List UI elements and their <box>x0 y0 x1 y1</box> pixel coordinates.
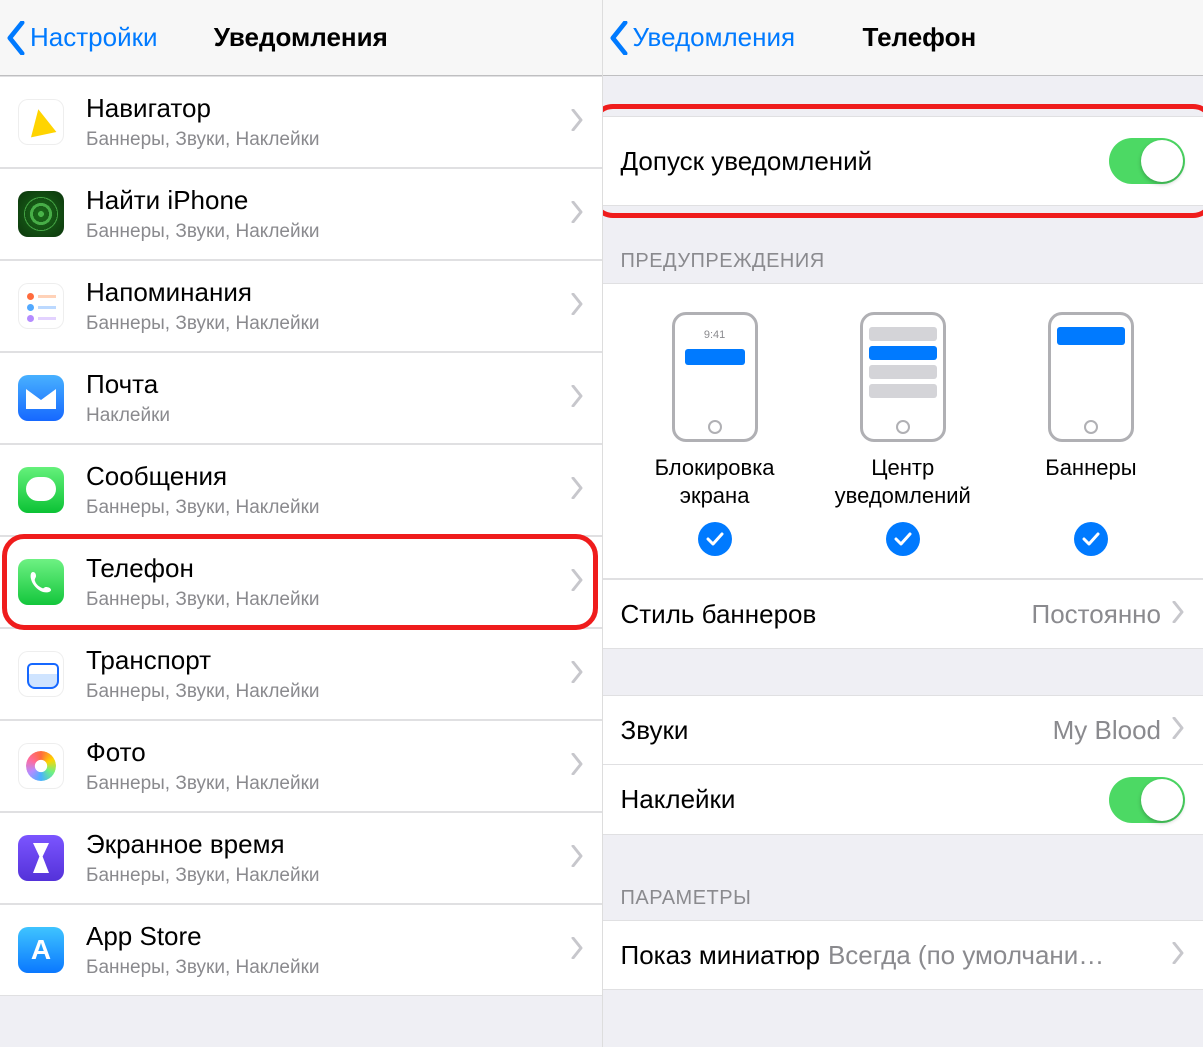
app-detail: Баннеры, Звуки, Наклейки <box>86 129 562 151</box>
back-button[interactable]: Настройки <box>0 21 158 55</box>
chevron-left-icon <box>609 21 629 55</box>
preview-notification-center[interactable]: Центр уведомлений <box>818 312 988 556</box>
app-name: App Store <box>86 921 562 952</box>
notifications-list-screen: Настройки Уведомления Навигатор Баннеры, … <box>0 0 602 1047</box>
phone-app-icon <box>18 559 64 605</box>
sounds-label: Звуки <box>621 715 1053 746</box>
preview-banners[interactable]: Баннеры <box>1006 312 1176 556</box>
sounds-value: My Blood <box>1053 715 1161 746</box>
photo-app-icon <box>18 743 64 789</box>
app-detail: Баннеры, Звуки, Наклейки <box>86 681 562 703</box>
lock-screen-icon: 9:41 <box>672 312 758 442</box>
notification-center-icon <box>860 312 946 442</box>
allow-notifications-row[interactable]: Допуск уведомлений <box>603 116 1203 206</box>
badges-toggle[interactable] <box>1109 777 1185 823</box>
preview-label: Баннеры <box>1006 454 1176 510</box>
app-detail: Баннеры, Звуки, Наклейки <box>86 313 562 335</box>
time-app-icon <box>18 835 64 881</box>
banner-style-label: Стиль баннеров <box>621 599 1032 630</box>
app-detail: Баннеры, Звуки, Наклейки <box>86 221 562 243</box>
phone-notifications-screen: Уведомления Телефон Допуск уведомлений П… <box>602 0 1203 1047</box>
chevron-right-icon <box>562 845 602 872</box>
chevron-right-icon <box>562 937 602 964</box>
badges-row[interactable]: Наклейки <box>603 765 1203 835</box>
back-button[interactable]: Уведомления <box>603 21 796 55</box>
app-row-store[interactable]: App Store Баннеры, Звуки, Наклейки <box>0 904 602 996</box>
chevron-right-icon <box>1171 715 1185 746</box>
app-row-time[interactable]: Экранное время Баннеры, Звуки, Наклейки <box>0 812 602 904</box>
rem-app-icon <box>18 283 64 329</box>
chevron-right-icon <box>1171 940 1185 971</box>
app-row-photo[interactable]: Фото Баннеры, Звуки, Наклейки <box>0 720 602 812</box>
apps-section: НавигаторБаннеры, Звуки, НаклейкиНайти i… <box>0 76 602 996</box>
app-detail: Баннеры, Звуки, Наклейки <box>86 497 562 519</box>
app-detail: Баннеры, Звуки, Наклейки <box>86 773 562 795</box>
msg-app-icon <box>18 467 64 513</box>
app-detail: Наклейки <box>86 405 562 427</box>
app-name: Напоминания <box>86 277 562 308</box>
header: Настройки Уведомления <box>0 0 602 76</box>
app-name: Транспорт <box>86 645 562 676</box>
checkmark-icon[interactable] <box>886 522 920 556</box>
header: Уведомления Телефон <box>603 0 1203 76</box>
preview-lock-screen[interactable]: 9:41 Блокировка экрана <box>630 312 800 556</box>
app-detail: Баннеры, Звуки, Наклейки <box>86 865 562 887</box>
app-row-phone[interactable]: Телефон Баннеры, Звуки, Наклейки <box>0 536 602 628</box>
allow-notifications-label: Допуск уведомлений <box>621 146 1110 177</box>
alerts-section-header: ПРЕДУПРЕЖДЕНИЯ <box>603 242 1203 283</box>
back-label: Уведомления <box>633 22 796 53</box>
alert-style-previews: 9:41 Блокировка экрана Центр уведомлений <box>603 283 1203 579</box>
app-name: Сообщения <box>86 461 562 492</box>
chevron-right-icon <box>562 753 602 780</box>
checkmark-icon[interactable] <box>698 522 732 556</box>
nav-app-icon <box>18 99 64 145</box>
store-app-icon <box>18 927 64 973</box>
badges-label: Наклейки <box>621 784 1110 815</box>
thumbnail-preview-row[interactable]: Показ миниатюр Всегда (по умолчани… <box>603 920 1203 990</box>
checkmark-icon[interactable] <box>1074 522 1108 556</box>
params-section-header: ПАРАМЕТРЫ <box>603 879 1203 920</box>
banner-style-value: Постоянно <box>1032 599 1161 630</box>
app-row-nav[interactable]: Навигатор Баннеры, Звуки, Наклейки <box>0 76 602 168</box>
app-name: Почта <box>86 369 562 400</box>
chevron-right-icon <box>562 109 602 136</box>
chevron-right-icon <box>562 661 602 688</box>
app-detail: Баннеры, Звуки, Наклейки <box>86 957 562 979</box>
chevron-right-icon <box>562 569 602 596</box>
app-row-msg[interactable]: Сообщения Баннеры, Звуки, Наклейки <box>0 444 602 536</box>
chevron-right-icon <box>562 293 602 320</box>
app-row-rem[interactable]: Напоминания Баннеры, Звуки, Наклейки <box>0 260 602 352</box>
preview-label: Блокировка экрана <box>630 454 800 510</box>
app-name: Найти iPhone <box>86 185 562 216</box>
sounds-row[interactable]: Звуки My Blood <box>603 695 1203 765</box>
app-name: Фото <box>86 737 562 768</box>
chevron-left-icon <box>6 21 26 55</box>
chevron-right-icon <box>562 385 602 412</box>
chevron-right-icon <box>562 201 602 228</box>
app-detail: Баннеры, Звуки, Наклейки <box>86 589 562 611</box>
thumbnail-label: Показ миниатюр <box>621 940 820 971</box>
thumbnail-value: Всегда (по умолчани… <box>828 940 1161 971</box>
preview-time: 9:41 <box>681 329 749 341</box>
preview-label: Центр уведомлений <box>818 454 988 510</box>
app-name: Телефон <box>86 553 562 584</box>
app-row-mail[interactable]: Почта Наклейки <box>0 352 602 444</box>
allow-notifications-toggle[interactable] <box>1109 138 1185 184</box>
back-label: Настройки <box>30 22 158 53</box>
mail-app-icon <box>18 375 64 421</box>
chevron-right-icon <box>562 477 602 504</box>
app-name: Экранное время <box>86 829 562 860</box>
chevron-right-icon <box>1171 599 1185 630</box>
banner-style-row[interactable]: Стиль баннеров Постоянно <box>603 579 1203 649</box>
trans-app-icon <box>18 651 64 697</box>
banners-icon <box>1048 312 1134 442</box>
app-name: Навигатор <box>86 93 562 124</box>
app-row-find[interactable]: Найти iPhone Баннеры, Звуки, Наклейки <box>0 168 602 260</box>
find-app-icon <box>18 191 64 237</box>
app-row-trans[interactable]: Транспорт Баннеры, Звуки, Наклейки <box>0 628 602 720</box>
